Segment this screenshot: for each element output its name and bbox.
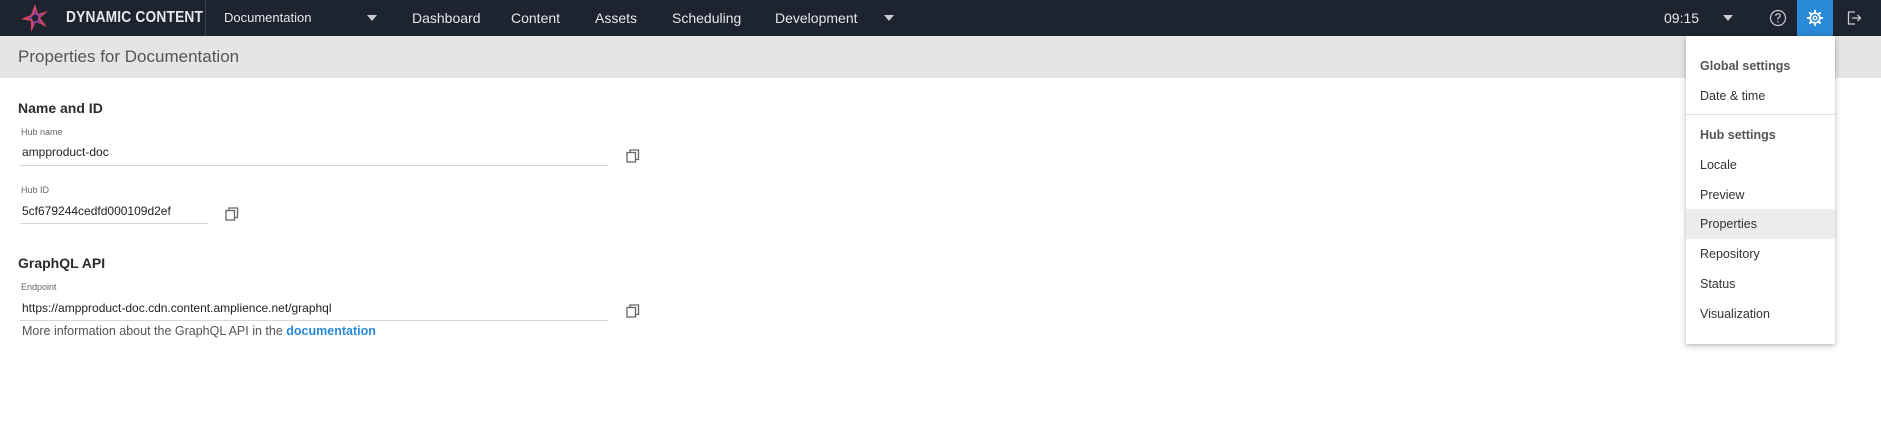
copy-hub-id-icon[interactable]: [225, 207, 239, 221]
dynamic-content-logo[interactable]: [20, 3, 50, 33]
menu-item-properties[interactable]: Properties: [1686, 209, 1835, 239]
graphql-section-title: GraphQL API: [18, 255, 106, 271]
nav-assets[interactable]: Assets: [595, 10, 637, 26]
hub-name-underline: [20, 165, 608, 166]
endpoint-underline: [20, 320, 608, 321]
help-icon: [1769, 9, 1787, 27]
time-chevron-down-icon[interactable]: [1723, 15, 1733, 21]
graphql-info-prefix: More information about the GraphQL API i…: [22, 324, 287, 338]
nav-scheduling[interactable]: Scheduling: [672, 10, 741, 26]
documentation-link[interactable]: documentation: [286, 324, 376, 338]
endpoint-label: Endpoint: [21, 282, 57, 292]
top-nav-bar: DYNAMIC CONTENT Documentation Dashboard …: [0, 0, 1881, 36]
logout-icon: [1847, 11, 1862, 25]
hub-id-label: Hub ID: [21, 185, 50, 195]
copy-endpoint-icon[interactable]: [626, 304, 640, 318]
hub-id-field[interactable]: 5cf679244cedfd000109d2ef: [22, 204, 171, 218]
menu-item-repository[interactable]: Repository: [1686, 239, 1835, 269]
menu-heading-global-settings: Global settings: [1700, 59, 1791, 73]
menu-heading-hub-settings: Hub settings: [1700, 128, 1776, 142]
hub-selector[interactable]: Documentation: [206, 0, 386, 36]
settings-dropdown-menu: Global settings Date & time Hub settings…: [1686, 36, 1835, 344]
hub-selector-label: Documentation: [224, 10, 312, 25]
endpoint-field[interactable]: https://ampproduct-doc.cdn.content.ampli…: [22, 301, 332, 315]
name-id-section-title: Name and ID: [18, 100, 103, 116]
settings-button[interactable]: [1797, 0, 1833, 36]
copy-hub-name-icon[interactable]: [626, 149, 640, 163]
nav-dashboard[interactable]: Dashboard: [412, 10, 481, 26]
menu-divider: [1686, 114, 1835, 115]
page-title: Properties for Documentation: [18, 47, 240, 66]
menu-item-preview[interactable]: Preview: [1686, 180, 1835, 210]
help-button[interactable]: [1760, 0, 1796, 36]
hub-id-underline: [20, 223, 208, 224]
gear-icon: [1806, 9, 1824, 27]
chevron-down-icon: [367, 15, 377, 21]
menu-item-visualization[interactable]: Visualization: [1686, 299, 1835, 329]
nav-development[interactable]: Development: [775, 10, 858, 26]
nav-content[interactable]: Content: [511, 10, 560, 26]
menu-item-locale[interactable]: Locale: [1686, 150, 1835, 180]
page-header: Properties for Documentation: [0, 36, 1881, 78]
brand-name: DYNAMIC CONTENT: [66, 9, 204, 26]
more-menu-chevron-icon[interactable]: [884, 15, 894, 21]
hub-name-label: Hub name: [21, 127, 63, 137]
menu-item-date-time[interactable]: Date & time: [1686, 81, 1835, 111]
logout-button[interactable]: [1836, 0, 1872, 36]
hub-name-field[interactable]: ampproduct-doc: [22, 145, 109, 159]
time-display[interactable]: 09:15: [1664, 10, 1699, 26]
menu-item-status[interactable]: Status: [1686, 269, 1835, 299]
graphql-info-text: More information about the GraphQL API i…: [22, 324, 376, 338]
